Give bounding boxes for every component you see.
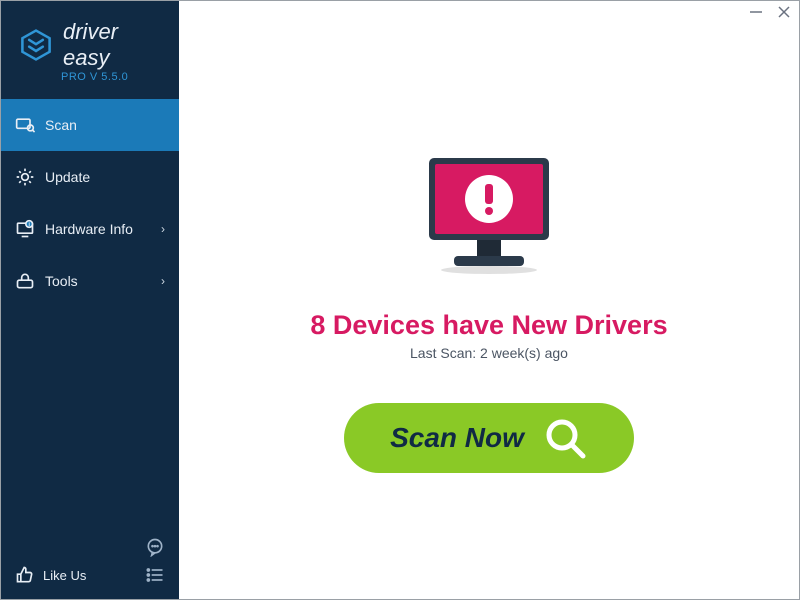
nav-label: Update [45, 169, 90, 185]
version-label: PRO V 5.5.0 [61, 71, 167, 83]
status-illustration [409, 148, 569, 288]
scan-icon [15, 115, 35, 135]
like-us-button[interactable]: Like Us [15, 565, 86, 585]
window-controls [749, 5, 791, 19]
logo-icon [19, 28, 53, 62]
close-button[interactable] [777, 5, 791, 19]
nav-label: Hardware Info [45, 221, 133, 237]
brand-area: driver easy PRO V 5.5.0 [1, 1, 179, 93]
brand-name: driver easy [63, 19, 167, 71]
nav-item-update[interactable]: Update [1, 151, 179, 203]
sidebar-bottom: Like Us [1, 551, 179, 599]
last-scan-label: Last Scan: 2 week(s) ago [410, 345, 568, 361]
nav-item-tools[interactable]: Tools › [1, 255, 179, 307]
tools-icon [15, 271, 35, 291]
nav-label: Scan [45, 117, 77, 133]
nav-label: Tools [45, 273, 78, 289]
update-icon [15, 167, 35, 187]
list-icon[interactable] [145, 565, 165, 585]
like-us-label: Like Us [43, 568, 86, 583]
nav-item-hardware-info[interactable]: i Hardware Info › [1, 203, 179, 255]
feedback-icon[interactable] [145, 537, 165, 557]
status-headline: 8 Devices have New Drivers [310, 310, 667, 341]
scan-now-label: Scan Now [390, 422, 524, 454]
scan-now-button[interactable]: Scan Now [344, 403, 634, 473]
nav-item-scan[interactable]: Scan [1, 99, 179, 151]
chevron-right-icon: › [161, 222, 165, 236]
main-content: 8 Devices have New Drivers Last Scan: 2 … [179, 1, 799, 599]
chevron-right-icon: › [161, 274, 165, 288]
thumbs-up-icon [15, 565, 35, 585]
app-window: driver easy PRO V 5.5.0 Scan [0, 0, 800, 600]
hardware-info-icon: i [15, 219, 35, 239]
magnifier-icon [542, 415, 588, 461]
minimize-button[interactable] [749, 5, 763, 19]
nav: Scan Update i [1, 99, 179, 307]
sidebar: driver easy PRO V 5.5.0 Scan [1, 1, 179, 599]
